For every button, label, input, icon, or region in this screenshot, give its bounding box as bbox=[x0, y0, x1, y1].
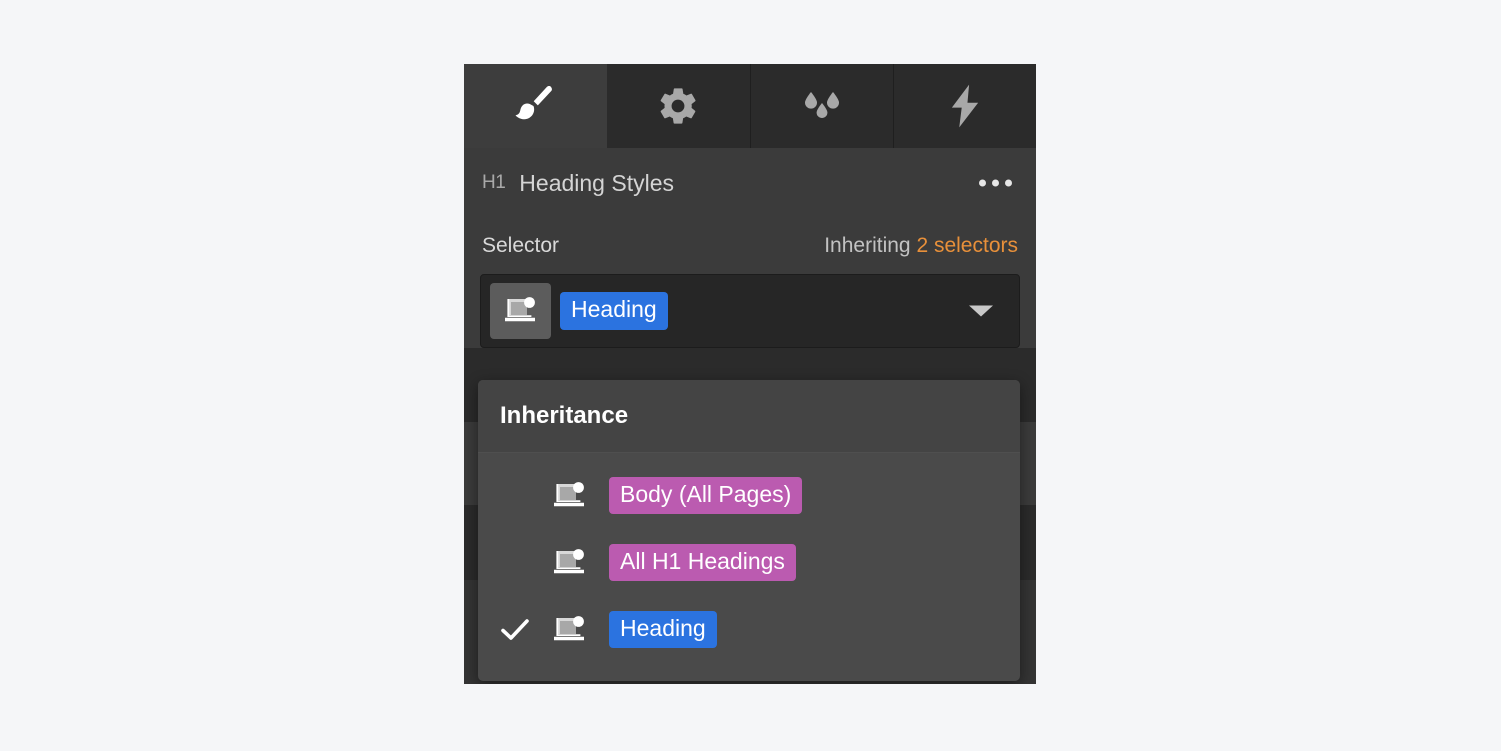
panel-tab-bar bbox=[464, 64, 1036, 148]
inheriting-status: Inheriting 2 selectors bbox=[824, 234, 1018, 258]
selector-input[interactable]: Heading bbox=[480, 274, 1020, 348]
ellipsis-dot bbox=[992, 179, 999, 187]
selector-label-row: Selector Inheriting 2 selectors bbox=[464, 218, 1036, 274]
style-panel: H1 Heading Styles Selector Inheriting 2 … bbox=[464, 64, 1036, 684]
dropdown-title: Inheritance bbox=[500, 402, 629, 429]
checkmark-icon bbox=[500, 617, 553, 643]
inheritance-list-item[interactable]: Body (All Pages) bbox=[478, 462, 1020, 529]
gear-icon bbox=[656, 84, 700, 128]
chevron-down-icon[interactable] bbox=[969, 305, 993, 317]
water-drops-icon bbox=[798, 84, 846, 128]
desktop-breakpoint-icon bbox=[553, 481, 609, 511]
inheritance-dropdown: Inheritance Body (All Pages) All H1 Headi… bbox=[478, 380, 1020, 681]
desktop-breakpoint-icon bbox=[553, 615, 609, 645]
paintbrush-icon bbox=[509, 80, 561, 132]
dropdown-header: Inheritance bbox=[478, 380, 1020, 453]
tab-style[interactable] bbox=[464, 64, 608, 148]
tab-effects[interactable] bbox=[750, 64, 894, 148]
inheritance-list-item[interactable]: Heading bbox=[478, 596, 1020, 663]
inheritance-class-chip[interactable]: Body (All Pages) bbox=[609, 476, 803, 515]
page-title: Heading Styles bbox=[519, 169, 674, 196]
selector-label: Selector bbox=[482, 234, 560, 257]
inheriting-label: Inheriting bbox=[824, 234, 911, 257]
inheritance-class-chip[interactable]: All H1 Headings bbox=[609, 543, 796, 582]
inheriting-count-link[interactable]: 2 selectors bbox=[916, 234, 1018, 257]
lightning-bolt-icon bbox=[945, 83, 985, 129]
ellipsis-dot bbox=[979, 179, 986, 187]
desktop-breakpoint-icon bbox=[553, 548, 609, 578]
panel-header: H1 Heading Styles bbox=[464, 148, 1036, 218]
inheritance-class-chip[interactable]: Heading bbox=[609, 610, 717, 649]
element-tag-badge: H1 bbox=[482, 172, 506, 193]
ellipsis-icon[interactable] bbox=[971, 172, 1020, 195]
tab-interactions[interactable] bbox=[893, 64, 1036, 148]
inheritance-list-item[interactable]: All H1 Headings bbox=[478, 529, 1020, 596]
inheritance-list: Body (All Pages) All H1 Headings Heading bbox=[478, 453, 1020, 681]
selected-class-chip[interactable]: Heading bbox=[560, 292, 668, 330]
tab-settings[interactable] bbox=[607, 64, 751, 148]
desktop-breakpoint-icon[interactable] bbox=[490, 283, 551, 339]
ellipsis-dot bbox=[1005, 179, 1012, 187]
